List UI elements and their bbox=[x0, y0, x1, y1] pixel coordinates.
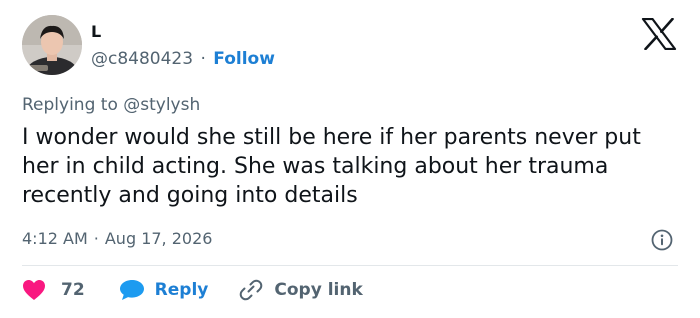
info-icon[interactable] bbox=[651, 229, 673, 251]
like-count: 72 bbox=[61, 280, 85, 300]
like-button[interactable]: 72 bbox=[22, 279, 85, 301]
follow-button[interactable]: Follow bbox=[213, 49, 275, 69]
speech-bubble-icon bbox=[119, 280, 144, 300]
author-handle-row: @c8480423 · Follow bbox=[91, 48, 275, 70]
tweet-text: I wonder would she still be here if her … bbox=[22, 125, 641, 208]
copy-link-label: Copy link bbox=[274, 280, 363, 300]
divider bbox=[22, 265, 678, 266]
x-logo-icon[interactable] bbox=[641, 17, 677, 51]
tweet-time: 4:12 AM bbox=[22, 229, 88, 248]
reply-button[interactable]: Reply bbox=[119, 279, 209, 301]
action-bar: 72 Reply Copy link bbox=[22, 277, 363, 303]
link-icon bbox=[240, 279, 263, 301]
handle-separator: · bbox=[200, 49, 206, 69]
reply-label: Reply bbox=[154, 280, 209, 300]
avatar-photo bbox=[22, 15, 82, 75]
tweet-timestamp[interactable]: 4:12 AM · Aug 17, 2026 bbox=[22, 228, 212, 250]
tweet-date: Aug 17, 2026 bbox=[104, 229, 213, 248]
timestamp-separator: · bbox=[93, 229, 99, 248]
avatar[interactable] bbox=[22, 15, 82, 75]
heart-icon bbox=[23, 280, 45, 300]
replying-to-label: Replying to bbox=[22, 95, 118, 115]
replying-to: Replying to @stylysh bbox=[22, 93, 200, 117]
author-handle[interactable]: @c8480423 bbox=[91, 49, 193, 69]
copy-link-button[interactable]: Copy link bbox=[238, 278, 363, 302]
author-name[interactable]: L bbox=[91, 22, 101, 42]
replying-to-mention[interactable]: @stylysh bbox=[123, 95, 200, 115]
